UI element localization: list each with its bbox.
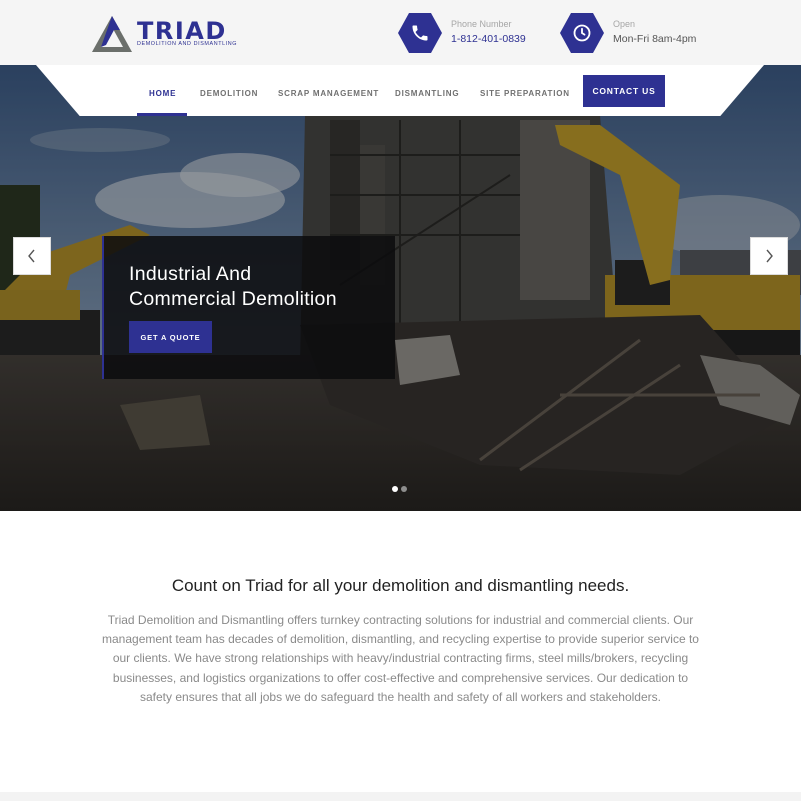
slide-dot-1[interactable] xyxy=(392,486,398,492)
phone-icon xyxy=(398,13,442,53)
slide-title-line-2: Commercial Demolition xyxy=(129,288,337,310)
phone-block[interactable]: Phone Number 1-812-401-0839 xyxy=(398,13,548,53)
intro-heading: Count on Triad for all your demolition a… xyxy=(171,576,630,595)
triangle-logo-icon xyxy=(92,16,132,52)
hours-label: Open xyxy=(613,19,636,29)
footer-strip xyxy=(0,792,801,801)
nav-site-preparation[interactable]: SITE PREPARATION xyxy=(480,89,570,98)
slide-pagination xyxy=(392,486,407,492)
hours-value: Mon-Fri 8am-4pm xyxy=(613,33,697,45)
main-nav: HOME DEMOLITION SCRAP MANAGEMENT DISMANT… xyxy=(36,65,764,116)
nav-active-indicator xyxy=(137,113,187,116)
chevron-left-icon xyxy=(28,249,35,263)
chevron-right-icon xyxy=(766,249,773,263)
get-a-quote-button[interactable]: GET A QUOTE xyxy=(129,321,212,353)
phone-number[interactable]: 1-812-401-0839 xyxy=(451,33,526,45)
next-slide-button[interactable] xyxy=(750,237,788,275)
slide-title-line-1: Industrial And xyxy=(129,263,252,285)
slide-title: Industrial And Commercial Demolition xyxy=(129,262,337,312)
contact-us-button[interactable]: CONTACT US xyxy=(583,75,665,107)
top-header: TRIAD DEMOLITION AND DISMANTLING Phone N… xyxy=(0,0,801,65)
hero-slider: HOME DEMOLITION SCRAP MANAGEMENT DISMANT… xyxy=(0,65,801,511)
nav-scrap-management[interactable]: SCRAP MANAGEMENT xyxy=(278,89,379,98)
logo-tagline: DEMOLITION AND DISMANTLING xyxy=(137,41,238,47)
intro-paragraph: Triad Demolition and Dismantling offers … xyxy=(102,613,699,704)
nav-home[interactable]: HOME xyxy=(149,89,176,98)
slide-dot-2[interactable] xyxy=(401,486,407,492)
logo[interactable]: TRIAD DEMOLITION AND DISMANTLING xyxy=(90,14,240,54)
nav-demolition[interactable]: DEMOLITION xyxy=(200,89,258,98)
nav-dismantling[interactable]: DISMANTLING xyxy=(395,89,459,98)
clock-icon xyxy=(560,13,604,53)
slide-caption: Industrial And Commercial Demolition GET… xyxy=(102,236,395,379)
phone-label: Phone Number xyxy=(451,19,512,29)
prev-slide-button[interactable] xyxy=(13,237,51,275)
hours-block: Open Mon-Fri 8am-4pm xyxy=(560,13,720,53)
